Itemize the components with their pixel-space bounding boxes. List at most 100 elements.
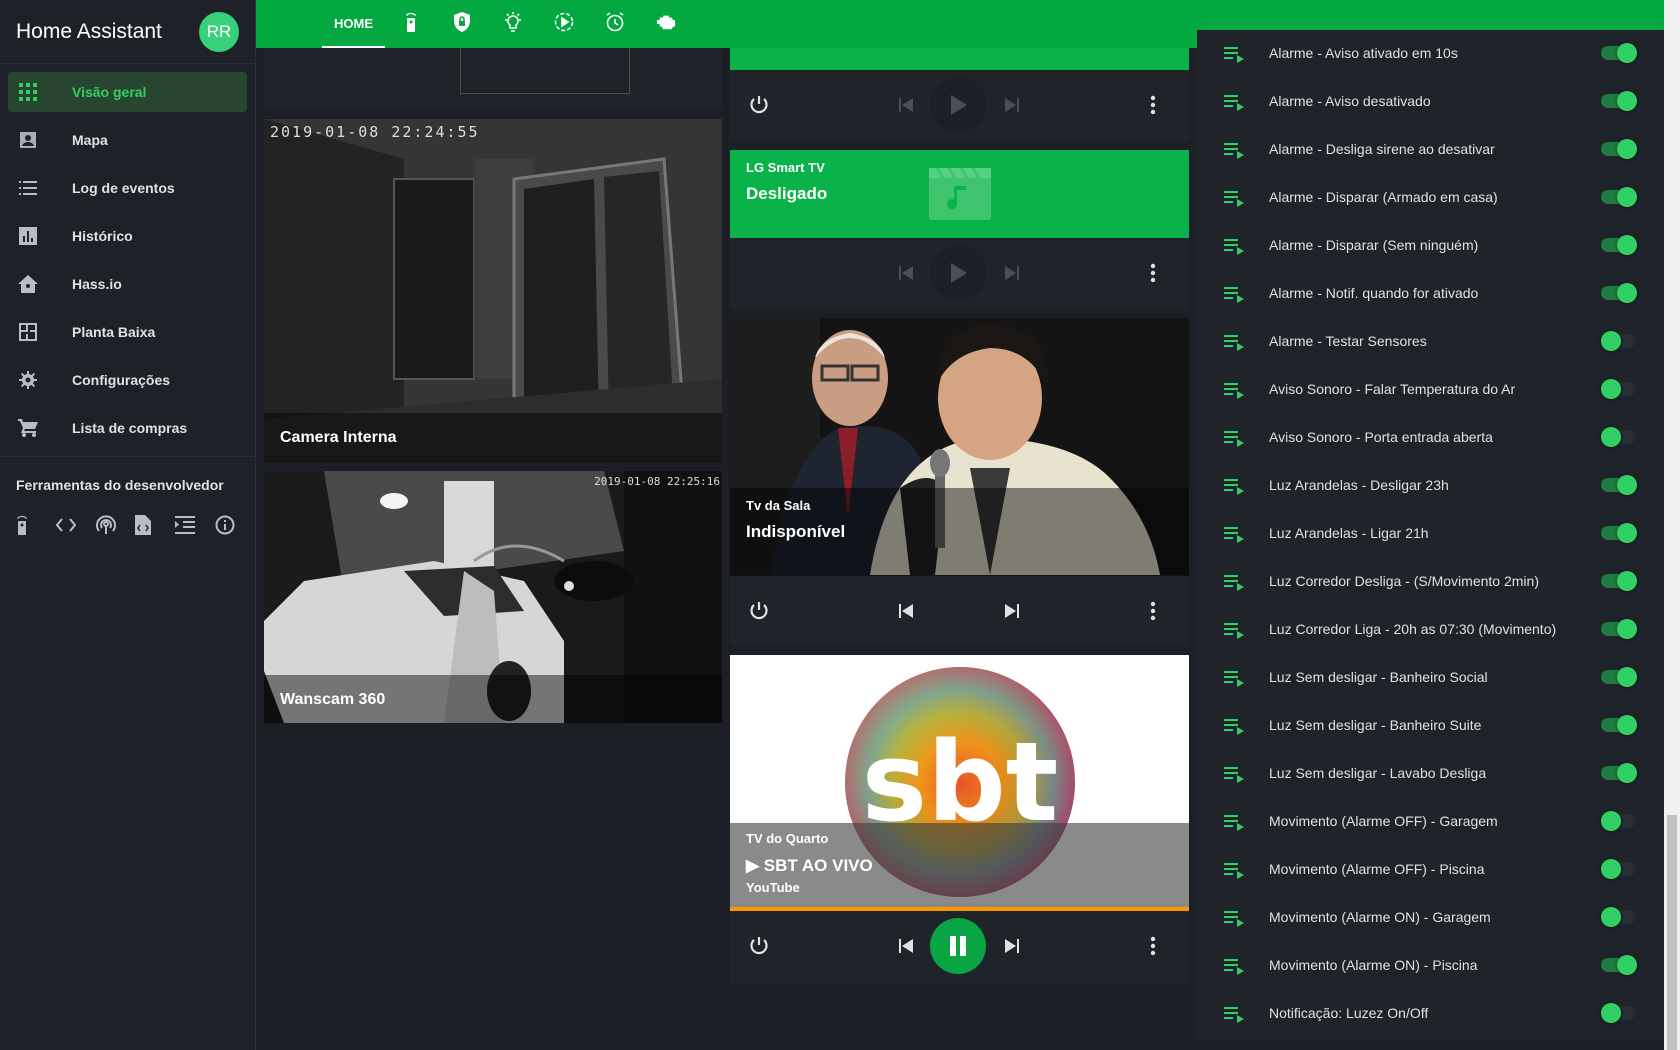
automation-row[interactable]: Alarme - Aviso desativado: [1197, 77, 1664, 125]
more-vert-icon[interactable]: [1150, 263, 1156, 283]
automation-toggle[interactable]: [1601, 763, 1637, 783]
sidebar-item-planta-baixa[interactable]: Planta Baixa: [8, 312, 247, 352]
automation-toggle[interactable]: [1601, 475, 1637, 495]
automation-row[interactable]: Notificação: Luzez On/Off: [1197, 989, 1664, 1037]
automation-row[interactable]: Luz Sem desligar - Lavabo Desliga: [1197, 749, 1664, 797]
automation-row[interactable]: Luz Arandelas - Desligar 23h: [1197, 461, 1664, 509]
sidebar-item-lista-de-compras[interactable]: Lista de compras: [8, 408, 247, 448]
automation-toggle[interactable]: [1601, 667, 1637, 687]
sidebar-item-hassio[interactable]: Hass.io: [8, 264, 247, 304]
skip-next-icon[interactable]: [1004, 97, 1020, 113]
automation-toggle[interactable]: [1601, 619, 1637, 639]
automation-toggle[interactable]: [1601, 907, 1637, 927]
remote-icon[interactable]: [16, 513, 56, 537]
file-code-icon[interactable]: [135, 513, 175, 537]
pause-icon[interactable]: [930, 918, 986, 974]
automation-toggle[interactable]: [1601, 331, 1637, 351]
automation-row[interactable]: Movimento (Alarme ON) - Piscina: [1197, 941, 1664, 989]
media-title: ▶ SBT AO VIVO: [746, 856, 873, 875]
more-vert-icon[interactable]: [1150, 936, 1156, 956]
automation-row[interactable]: Alarme - Disparar (Sem ninguém): [1197, 221, 1664, 269]
media-controls: [730, 238, 1189, 308]
automation-row[interactable]: Alarme - Disparar (Armado em casa): [1197, 173, 1664, 221]
tab-alarm[interactable]: [589, 0, 640, 48]
automation-toggle[interactable]: [1601, 43, 1637, 63]
tab-security[interactable]: [436, 0, 487, 48]
tab-remote[interactable]: [385, 0, 436, 48]
media-player-card: LG Smart TV Desligado: [730, 150, 1189, 310]
automation-toggle[interactable]: [1601, 955, 1637, 975]
automation-row[interactable]: Luz Corredor Liga - 20h as 07:30 (Movime…: [1197, 605, 1664, 653]
toggle-knob: [1601, 907, 1621, 927]
automation-row[interactable]: Movimento (Alarme OFF) - Piscina: [1197, 845, 1664, 893]
skip-previous-icon[interactable]: [898, 938, 914, 954]
automation-toggle[interactable]: [1601, 283, 1637, 303]
sidebar-item-log-de-eventos[interactable]: Log de eventos: [8, 168, 247, 208]
automation-row[interactable]: Luz Arandelas - Ligar 21h: [1197, 509, 1664, 557]
tab-lights[interactable]: [487, 0, 538, 48]
automation-toggle[interactable]: [1601, 427, 1637, 447]
app-title: Home Assistant: [16, 19, 162, 43]
skip-next-icon[interactable]: [1004, 265, 1020, 281]
more-vert-icon[interactable]: [1150, 601, 1156, 621]
automation-row[interactable]: Movimento (Alarme ON) - Garagem: [1197, 893, 1664, 941]
play-icon[interactable]: [930, 245, 986, 301]
automation-row[interactable]: Aviso Sonoro - Porta entrada aberta: [1197, 413, 1664, 461]
more-vert-icon[interactable]: [1150, 95, 1156, 115]
camera-overlay: Wanscam 360: [264, 675, 722, 723]
automation-row[interactable]: Alarme - Aviso ativado em 10s: [1197, 29, 1664, 77]
avatar[interactable]: RR: [199, 11, 239, 52]
tab-engine[interactable]: [640, 0, 691, 48]
automation-toggle[interactable]: [1601, 235, 1637, 255]
automation-toggle[interactable]: [1601, 139, 1637, 159]
play-icon[interactable]: [930, 77, 986, 133]
automation-toggle[interactable]: [1601, 187, 1637, 207]
shield-lock-icon: [452, 11, 472, 37]
automation-row[interactable]: Movimento (Alarme OFF) - Garagem: [1197, 797, 1664, 845]
camera-image: [460, 48, 630, 94]
automation-toggle[interactable]: [1601, 715, 1637, 735]
power-icon[interactable]: [748, 600, 770, 622]
automation-toggle[interactable]: [1601, 91, 1637, 111]
broadcast-icon[interactable]: [95, 513, 136, 537]
automation-row[interactable]: Alarme - Testar Sensores: [1197, 317, 1664, 365]
automation-name: Movimento (Alarme ON) - Garagem: [1269, 909, 1491, 925]
tab-home[interactable]: HOME: [322, 0, 385, 48]
scrollbar[interactable]: [1664, 0, 1680, 1050]
skip-next-icon[interactable]: [1004, 938, 1020, 954]
media-header: LG Smart TV Desligado: [730, 150, 1189, 238]
skip-previous-icon[interactable]: [898, 265, 914, 281]
automation-toggle[interactable]: [1601, 379, 1637, 399]
power-icon[interactable]: [748, 94, 770, 116]
floorplan-icon: [18, 322, 38, 342]
info-icon[interactable]: [215, 513, 255, 537]
automation-toggle[interactable]: [1601, 859, 1637, 879]
template-icon[interactable]: [175, 513, 215, 537]
automation-toggle[interactable]: [1601, 1003, 1637, 1023]
code-icon[interactable]: [55, 513, 96, 537]
scrollbar-thumb[interactable]: [1667, 815, 1677, 1050]
skip-previous-icon[interactable]: [898, 603, 914, 619]
power-icon[interactable]: [748, 935, 770, 957]
camera-card[interactable]: 2019-01-08 22:25:16 Wanscam 360: [264, 471, 722, 723]
camera-card[interactable]: 2019-01-08 22:24:55 Camera Interna: [264, 119, 722, 463]
media-controls: [730, 911, 1189, 981]
automation-row[interactable]: Luz Sem desligar - Banheiro Social: [1197, 653, 1664, 701]
automation-row[interactable]: Alarme - Desliga sirene ao desativar: [1197, 125, 1664, 173]
tab-automation[interactable]: [538, 0, 589, 48]
account-box-icon: [18, 130, 38, 150]
sidebar-item-visao-geral[interactable]: Visão geral: [8, 72, 247, 112]
automation-row[interactable]: Luz Corredor Desliga - (S/Movimento 2min…: [1197, 557, 1664, 605]
automation-row[interactable]: Aviso Sonoro - Falar Temperatura do Ar: [1197, 365, 1664, 413]
automation-toggle[interactable]: [1601, 811, 1637, 831]
automation-row[interactable]: Luz Sem desligar - Banheiro Suite: [1197, 701, 1664, 749]
sidebar-item-historico[interactable]: Histórico: [8, 216, 247, 256]
automation-toggle[interactable]: [1601, 571, 1637, 591]
skip-previous-icon[interactable]: [898, 97, 914, 113]
automation-toggle[interactable]: [1601, 523, 1637, 543]
skip-next-icon[interactable]: [1004, 603, 1020, 619]
sidebar-item-configuracoes[interactable]: Configurações: [8, 360, 247, 400]
sidebar-item-mapa[interactable]: Mapa: [8, 120, 247, 160]
toggle-knob: [1617, 571, 1637, 591]
automation-row[interactable]: Alarme - Notif. quando for ativado: [1197, 269, 1664, 317]
